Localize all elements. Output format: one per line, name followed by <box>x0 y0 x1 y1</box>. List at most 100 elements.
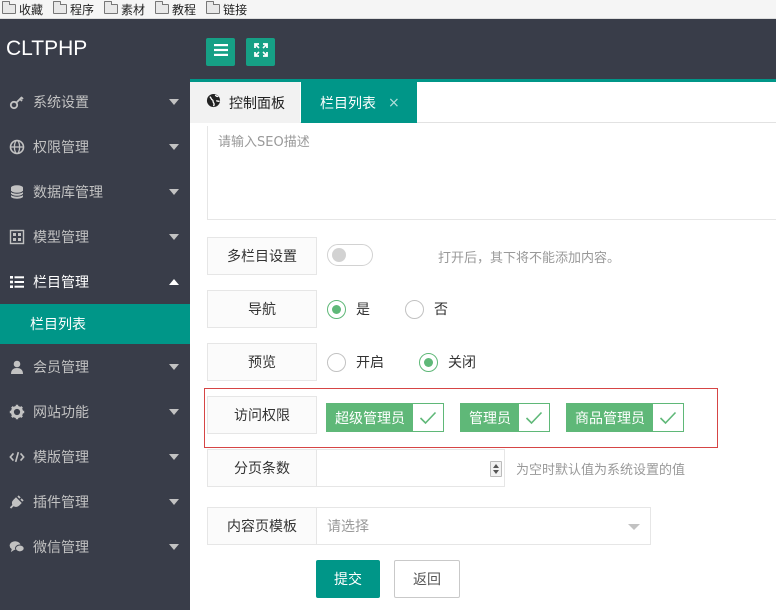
folder-icon <box>104 1 119 14</box>
page-size-hint: 为空时默认值为系统设置的值 <box>516 463 686 478</box>
chevron-down-icon <box>169 99 179 105</box>
tab-label: 栏目列表 <box>320 95 376 112</box>
bookmark-assets[interactable]: 素材 <box>104 1 145 18</box>
checkmark-icon <box>653 404 683 431</box>
database-icon <box>9 184 25 200</box>
preview-label: 预览 <box>207 343 317 381</box>
chevron-down-icon <box>169 144 179 150</box>
sidebar-item-label: 模型管理 <box>33 229 89 246</box>
bookmarks-bar: 收藏 程序 素材 教程 链接 <box>0 0 776 19</box>
preview-radio-on[interactable]: 开启 <box>327 352 384 372</box>
sidebar-item-label: 插件管理 <box>33 494 89 511</box>
sidebar-item-label: 微信管理 <box>33 539 89 556</box>
top-header <box>190 19 776 79</box>
bookmark-programs[interactable]: 程序 <box>53 1 94 18</box>
sidebar-item-site-functions[interactable]: 网站功能 <box>0 389 190 434</box>
folder-icon <box>206 1 221 14</box>
chevron-down-icon <box>169 499 179 505</box>
access-label: 访问权限 <box>207 396 317 434</box>
code-icon <box>9 449 25 465</box>
sidebar-item-label: 网站功能 <box>33 404 89 421</box>
grid-icon <box>9 229 25 245</box>
bookmark-tutorials[interactable]: 教程 <box>155 1 196 18</box>
sidebar: CLTPHP 系统设置 权限管理 数据库管理 模型管理 栏目管理 栏目列表 会员… <box>0 19 190 610</box>
close-icon[interactable]: × <box>388 95 400 111</box>
navigation-radio-yes[interactable]: 是 <box>327 299 370 319</box>
multi-column-row: 多栏目设置 打开后，其下将不能添加内容。 <box>207 237 767 275</box>
globe-icon <box>206 93 221 112</box>
access-checkbox-goods-admin[interactable]: 商品管理员 <box>566 403 684 432</box>
navigation-row: 导航 是 否 <box>207 290 507 328</box>
switch-knob <box>332 248 346 262</box>
multi-column-label: 多栏目设置 <box>207 237 317 275</box>
chat-icon <box>9 539 25 555</box>
page-size-label: 分页条数 <box>207 449 317 487</box>
sidebar-subitem-column-list[interactable]: 栏目列表 <box>0 304 190 344</box>
app-logo: CLTPHP <box>6 37 88 60</box>
access-checkbox-admin[interactable]: 管理员 <box>460 403 550 432</box>
multi-column-switch[interactable] <box>327 244 373 266</box>
tab-dashboard[interactable]: 控制面板 <box>190 82 300 123</box>
gear-icon <box>9 404 25 420</box>
bookmark-links[interactable]: 链接 <box>206 1 247 18</box>
radio-checked-icon <box>419 352 438 372</box>
content-template-row: 内容页模板 请选择 <box>207 507 653 545</box>
sidebar-item-label: 权限管理 <box>33 139 89 156</box>
tab-bar: 控制面板 栏目列表 × <box>190 79 776 123</box>
page-size-row: 分页条数 为空时默认值为系统设置的值 <box>207 449 747 487</box>
content-template-label: 内容页模板 <box>207 507 317 545</box>
chevron-up-icon <box>169 279 179 285</box>
plug-icon <box>9 494 25 510</box>
main-content: 请输入SEO描述 多栏目设置 打开后，其下将不能添加内容。 导航 是 否 预览 … <box>190 123 776 610</box>
sidebar-item-permissions[interactable]: 权限管理 <box>0 124 190 169</box>
menu-toggle-button[interactable] <box>206 38 235 66</box>
chevron-down-icon <box>169 454 179 460</box>
expand-icon <box>253 43 268 61</box>
navigation-label: 导航 <box>207 290 317 328</box>
radio-checked-icon <box>327 299 346 319</box>
seo-description-textarea[interactable]: 请输入SEO描述 <box>207 126 776 220</box>
sidebar-item-columns[interactable]: 栏目管理 <box>0 259 190 304</box>
radio-unchecked-icon <box>405 299 424 319</box>
navigation-radio-no[interactable]: 否 <box>405 299 448 319</box>
sidebar-item-models[interactable]: 模型管理 <box>0 214 190 259</box>
fullscreen-button[interactable] <box>246 38 275 66</box>
chevron-down-icon <box>169 364 179 370</box>
preview-radio-off[interactable]: 关闭 <box>419 352 476 372</box>
content-template-select[interactable]: 请选择 <box>317 507 651 545</box>
access-checkbox-super-admin[interactable]: 超级管理员 <box>326 403 444 432</box>
folder-icon <box>2 1 16 14</box>
page-size-input[interactable] <box>317 449 505 487</box>
gear-key-icon <box>9 94 25 110</box>
back-button[interactable]: 返回 <box>394 560 460 598</box>
sidebar-item-database[interactable]: 数据库管理 <box>0 169 190 214</box>
checkmark-icon <box>519 404 549 431</box>
sidebar-item-templates[interactable]: 模版管理 <box>0 434 190 479</box>
hamburger-icon <box>213 44 228 60</box>
submit-button[interactable]: 提交 <box>316 560 380 598</box>
tab-column-list[interactable]: 栏目列表 × <box>301 82 417 123</box>
sidebar-item-plugins[interactable]: 插件管理 <box>0 479 190 524</box>
sidebar-item-label: 模版管理 <box>33 449 89 466</box>
chevron-down-icon <box>169 234 179 240</box>
preview-row: 预览 开启 关闭 <box>207 343 507 381</box>
sidebar-item-members[interactable]: 会员管理 <box>0 344 190 389</box>
sidebar-item-wechat[interactable]: 微信管理 <box>0 524 190 569</box>
access-row: 访问权限 超级管理员 管理员 商品管理员 <box>207 396 707 434</box>
list-icon <box>9 274 25 290</box>
folder-icon <box>53 1 68 14</box>
sidebar-item-system-settings[interactable]: 系统设置 <box>0 79 190 124</box>
chevron-down-icon <box>628 524 640 530</box>
checkmark-icon <box>413 404 443 431</box>
radio-unchecked-icon <box>327 352 346 372</box>
bookmark-favorites[interactable]: 收藏 <box>2 1 43 18</box>
multi-column-hint: 打开后，其下将不能添加内容。 <box>438 251 621 266</box>
number-stepper[interactable] <box>490 461 502 477</box>
tab-label: 控制面板 <box>229 95 285 112</box>
chevron-down-icon <box>169 544 179 550</box>
sidebar-item-label: 数据库管理 <box>33 184 103 201</box>
chevron-down-icon <box>169 409 179 415</box>
sidebar-item-label: 栏目管理 <box>33 274 89 291</box>
folder-icon <box>155 1 170 14</box>
chevron-down-icon <box>169 189 179 195</box>
